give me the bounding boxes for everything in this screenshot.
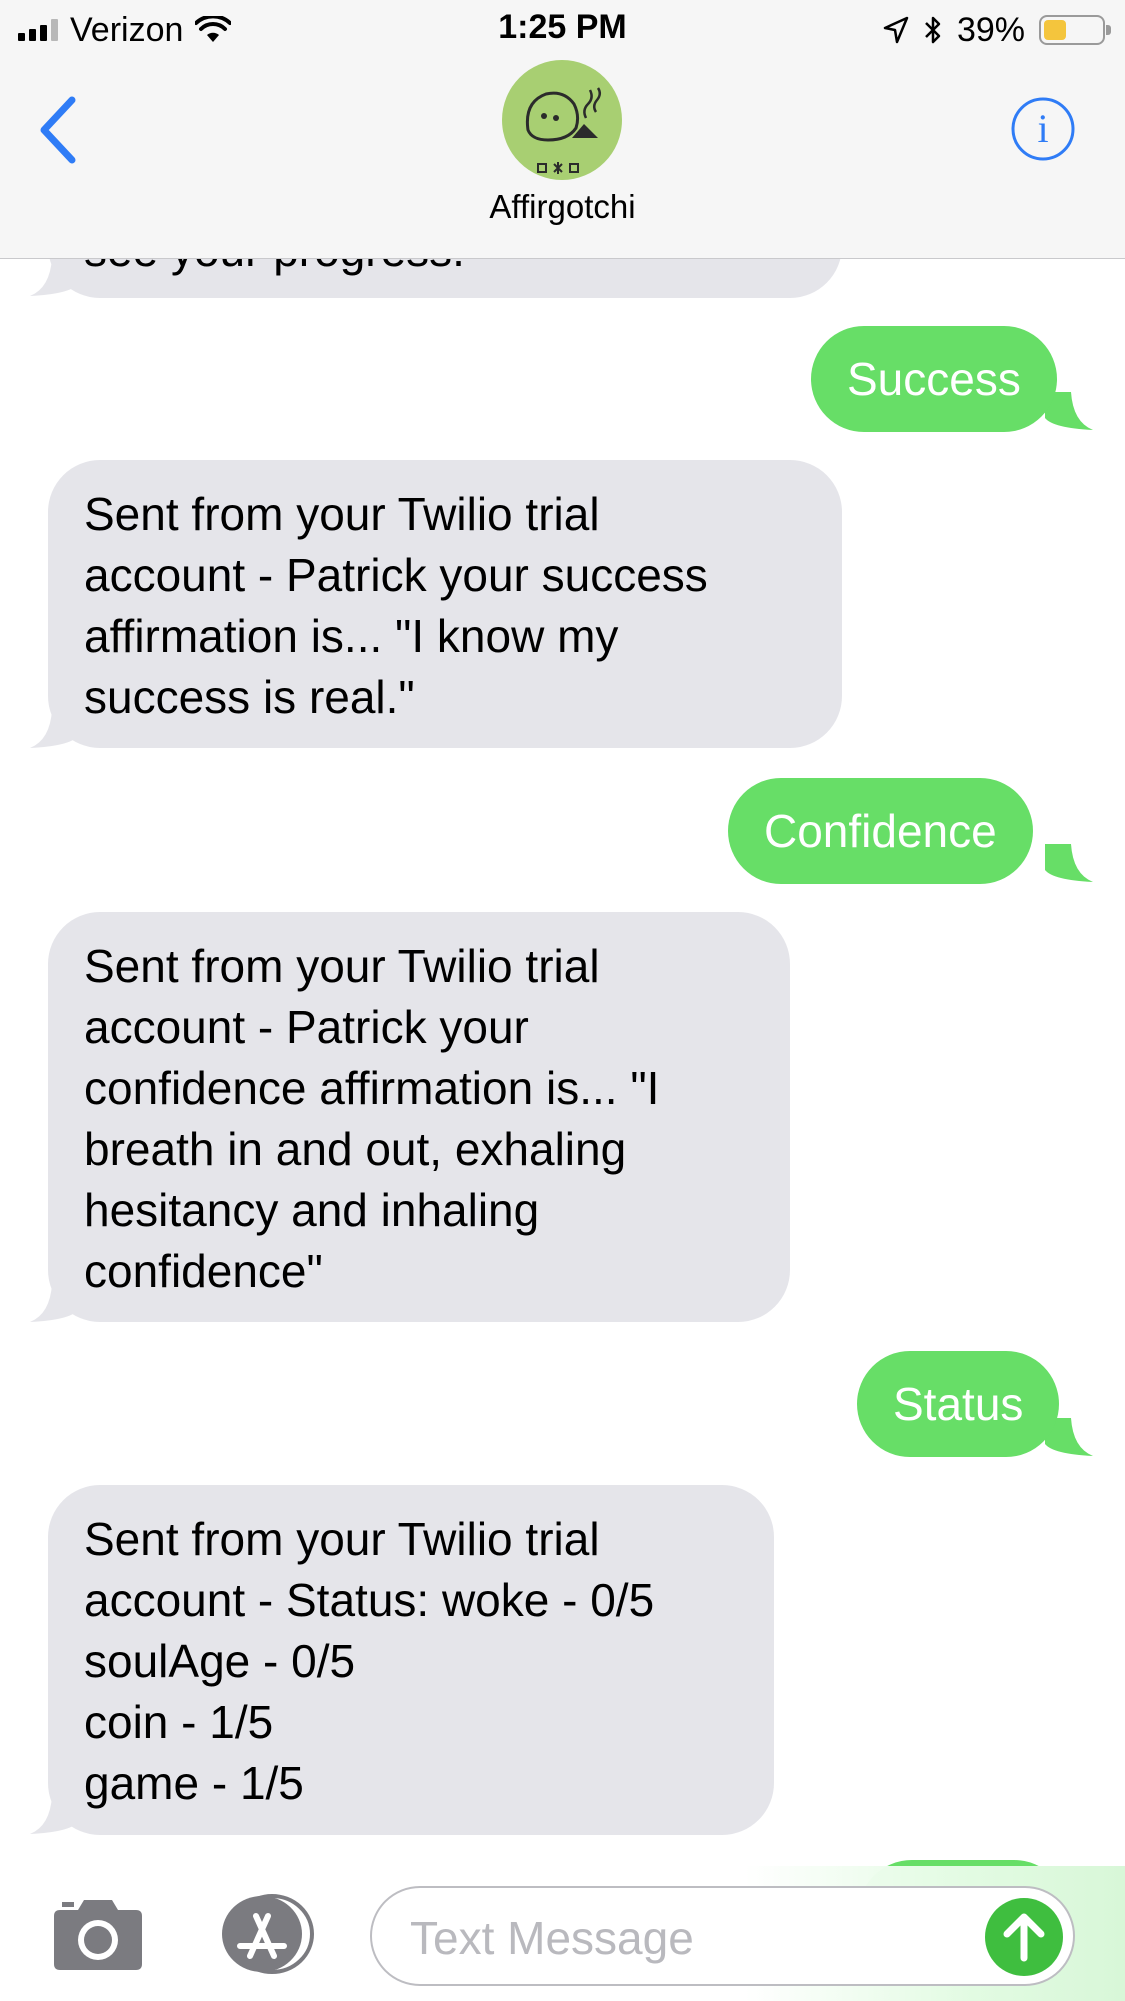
battery-percent: 39% [956, 10, 1025, 49]
info-icon[interactable]: i [1010, 96, 1076, 162]
message-line: account - Patrick your [84, 1001, 529, 1053]
conversation-header: Verizon 1:25 PM 39% Affirgotchi i [0, 0, 1125, 259]
message-bubble-incoming[interactable]: Sent from your Twilio trial account - Pa… [48, 460, 842, 748]
battery-level [1044, 20, 1066, 40]
send-arrow-icon [1003, 1913, 1045, 1962]
message-line: confidence affirmation is... "I [84, 1062, 660, 1114]
message-line: game - 1/5 [84, 1757, 304, 1809]
message-bubble-outgoing[interactable]: Confidence [728, 778, 1033, 884]
message-bubble-incoming[interactable]: Sent from your Twilio trial account - Pa… [48, 912, 790, 1322]
battery-icon [1039, 15, 1111, 45]
message-line: success is real." [84, 671, 415, 723]
message-line: Sent from your Twilio trial [84, 940, 600, 992]
camera-icon[interactable] [50, 1896, 146, 1972]
message-bubble-outgoing[interactable]: Status [857, 1351, 1060, 1457]
bluetooth-icon [925, 16, 941, 44]
message-line: account - Patrick your success [84, 549, 708, 601]
message-line: breath in and out, exhaling [84, 1123, 627, 1175]
message-line: Sent from your Twilio trial [84, 1513, 600, 1565]
message-line: hesitancy and inhaling [84, 1184, 540, 1236]
message-line: Sent from your Twilio trial [84, 488, 600, 540]
message-line: soulAge - 0/5 [84, 1635, 356, 1687]
message-bubble-incoming[interactable]: Sent from your Twilio trial account - St… [48, 1485, 774, 1835]
message-line: coin - 1/5 [84, 1696, 274, 1748]
compose-bar [0, 1866, 1125, 2001]
bubble-tail [1045, 844, 1093, 882]
message-text: Success [847, 353, 1021, 405]
app-store-icon[interactable] [210, 1894, 316, 1974]
affirgotchi-pet-icon [525, 87, 601, 174]
chevron-left-icon[interactable] [34, 92, 84, 168]
send-button[interactable] [985, 1898, 1063, 1976]
contact-name[interactable]: Affirgotchi [0, 188, 1125, 226]
svg-text:i: i [1037, 106, 1048, 151]
location-arrow-icon [883, 16, 909, 44]
message-text: Status [893, 1378, 1024, 1430]
message-line: account - Status: woke - 0/5 [84, 1574, 655, 1626]
message-input-field[interactable] [370, 1886, 1075, 1986]
message-text: Confidence [764, 805, 997, 857]
message-line: confidence" [84, 1245, 323, 1297]
status-bar: Verizon 1:25 PM 39% [0, 0, 1125, 60]
message-line: affirmation is... "I know my [84, 610, 619, 662]
message-input[interactable] [408, 1908, 972, 1968]
contact-avatar[interactable] [502, 60, 622, 180]
message-bubble-outgoing[interactable]: Success [811, 326, 1057, 432]
